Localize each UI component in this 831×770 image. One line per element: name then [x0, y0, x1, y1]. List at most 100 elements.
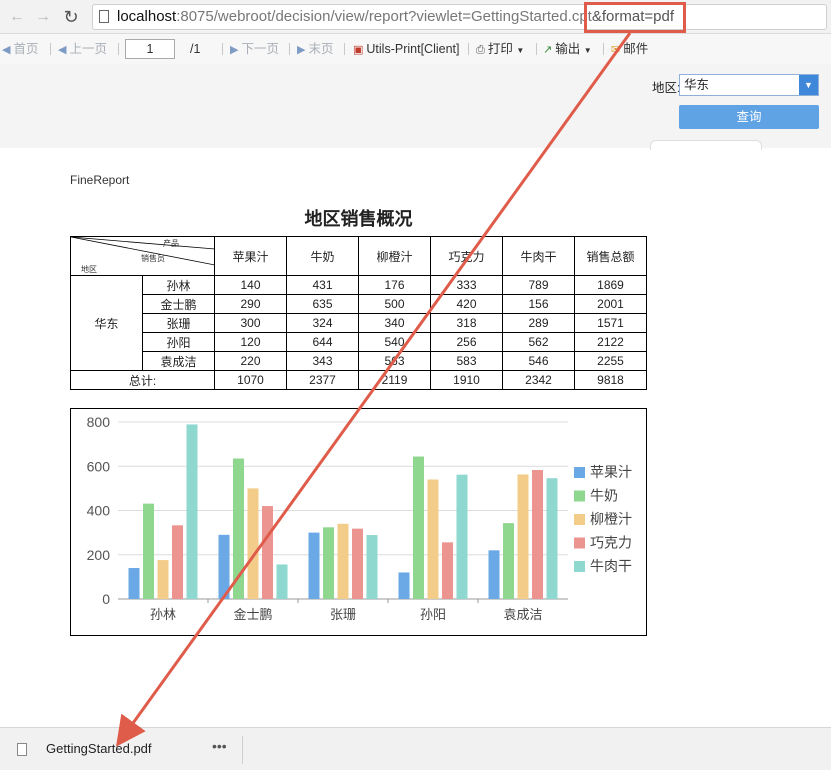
chart-bar: [172, 525, 183, 599]
table-cell: 583: [430, 351, 503, 371]
table-cell: 644: [286, 332, 359, 352]
last-page-button[interactable]: ▶ 末页: [297, 40, 333, 58]
chart-bar: [233, 458, 244, 599]
total-cell: 1070: [214, 370, 287, 390]
legend-label: 牛奶: [590, 489, 618, 505]
total-cell: 2119: [358, 370, 431, 390]
url-host: localhost: [117, 8, 177, 25]
export-icon: ↗: [543, 44, 553, 56]
total-cell: 2342: [502, 370, 575, 390]
chevron-down-icon[interactable]: ▼: [799, 75, 818, 95]
next-page-icon: ▶: [230, 44, 239, 56]
first-page-button[interactable]: ◀ 首页: [2, 40, 38, 58]
legend-label: 苹果汁: [590, 465, 632, 481]
total-cell: 9818: [574, 370, 647, 390]
chart-bar: [128, 568, 140, 599]
table-cell: 500: [358, 294, 431, 314]
reload-icon[interactable]: ↻: [60, 6, 82, 28]
address-bar[interactable]: localhost:8075/webroot/decision/view/rep…: [92, 4, 827, 30]
parameter-panel: 地区: 华东 ▼ 查询: [0, 64, 831, 150]
query-button[interactable]: 查询: [679, 105, 819, 129]
table-cell: 156: [502, 294, 575, 314]
toolbar-divider: [603, 43, 604, 55]
table-cell: 343: [286, 351, 359, 371]
x-tick-label: 袁成洁: [503, 608, 542, 623]
total-cell: 2377: [286, 370, 359, 390]
sales-chart: 0 200 400 600 800 孙林 金士鹏 张珊 孙阳 袁成洁 苹果汁 牛奶 柳橙汁 巧克力 牛肉干: [70, 408, 647, 636]
report-brand: FineReport: [70, 173, 130, 187]
table-cell: 220: [214, 351, 287, 371]
page-icon: [99, 10, 109, 23]
table-cell: 2255: [574, 351, 647, 371]
chart-bar: [546, 478, 558, 599]
chart-bar: [157, 560, 169, 599]
chart-bar: [442, 542, 453, 599]
toolbar-divider: [344, 43, 345, 55]
region-select[interactable]: 华东 ▼: [679, 74, 819, 96]
download-file-name[interactable]: GettingStarted.pdf: [46, 741, 152, 756]
table-cell: 562: [502, 332, 575, 352]
x-tick-label: 孙阳: [420, 608, 446, 623]
table-cell: 563: [358, 351, 431, 371]
utils-print-button[interactable]: ▣ Utils-Print[Client]: [353, 40, 459, 58]
column-header: 牛奶: [286, 236, 359, 276]
url-path: :8075/webroot/decision/view/report?viewl…: [176, 8, 592, 25]
format-param-highlight: [584, 2, 686, 33]
chart-bar: [503, 523, 514, 599]
chart-bar: [308, 532, 320, 599]
region-label: 地区:: [652, 81, 681, 95]
back-icon[interactable]: ←: [6, 6, 28, 28]
last-page-icon: ▶: [297, 44, 306, 56]
table-cell: 789: [502, 275, 575, 295]
next-page-button[interactable]: ▶ 下一页: [230, 40, 279, 58]
x-tick-label: 金士鹏: [233, 607, 272, 623]
more-options-icon[interactable]: •••: [212, 738, 227, 754]
legend-swatch: [574, 561, 585, 572]
chart-bar: [366, 535, 378, 599]
chart-bar: [532, 470, 543, 599]
table-cell: 176: [358, 275, 431, 295]
chart-bar: [413, 456, 424, 599]
column-header: 柳橙汁: [358, 236, 431, 276]
mail-icon: ✉: [611, 44, 621, 56]
export-button[interactable]: ↗ 输出 ▼: [543, 40, 592, 58]
prev-page-button[interactable]: ◀ 上一页: [58, 40, 107, 58]
table-cell: 289: [502, 313, 575, 333]
page-number-input[interactable]: 1: [125, 39, 175, 59]
printer-icon: ⎙: [476, 44, 485, 56]
table-cell: 324: [286, 313, 359, 333]
mail-button[interactable]: ✉ 邮件: [611, 40, 648, 58]
toolbar-divider: [222, 43, 223, 55]
seller-cell: 孙林: [142, 275, 215, 295]
diagonal-header-cell: 产品 销售员 地区: [70, 236, 215, 276]
legend-swatch: [574, 467, 585, 478]
region-cell: 华东: [70, 275, 143, 371]
diag-region-label: 地区: [81, 265, 97, 274]
y-tick-label: 800: [87, 414, 111, 430]
chart-bar: [262, 506, 273, 599]
table-cell: 300: [214, 313, 287, 333]
forward-icon[interactable]: →: [32, 6, 54, 28]
total-cell: 1910: [430, 370, 503, 390]
prev-page-icon: ◀: [58, 44, 67, 56]
report-title: 地区销售概况: [304, 209, 413, 229]
column-header: 苹果汁: [214, 236, 287, 276]
first-page-icon: ◀: [2, 44, 11, 56]
y-tick-label: 0: [102, 591, 110, 607]
collapse-panel-handle[interactable]: [650, 140, 762, 150]
chart-bar: [427, 479, 439, 599]
table-row: 金士鹏 290 635 500 420 156 2001: [71, 294, 647, 314]
print-button[interactable]: ⎙ 打印 ▼: [476, 40, 524, 58]
table-cell: 256: [430, 332, 503, 352]
seller-cell: 袁成洁: [142, 351, 215, 371]
chart-bar: [247, 488, 259, 599]
table-cell: 1869: [574, 275, 647, 295]
legend-label: 牛肉干: [590, 559, 632, 575]
legend-label: 巧克力: [590, 536, 632, 552]
table-cell: 290: [214, 294, 287, 314]
table-cell: 635: [286, 294, 359, 314]
chart-canvas: 0 200 400 600 800 孙林 金士鹏 张珊 孙阳 袁成洁 苹果汁牛奶柳橙汁巧克力牛肉干: [87, 414, 632, 623]
report-toolbar: ◀ 首页 ◀ 上一页 1 /1 ▶ 下一页 ▶ 末页 ▣ Utils-Print[Clie…: [0, 34, 831, 64]
chevron-down-icon: ▼: [583, 46, 592, 55]
table-cell: 546: [502, 351, 575, 371]
